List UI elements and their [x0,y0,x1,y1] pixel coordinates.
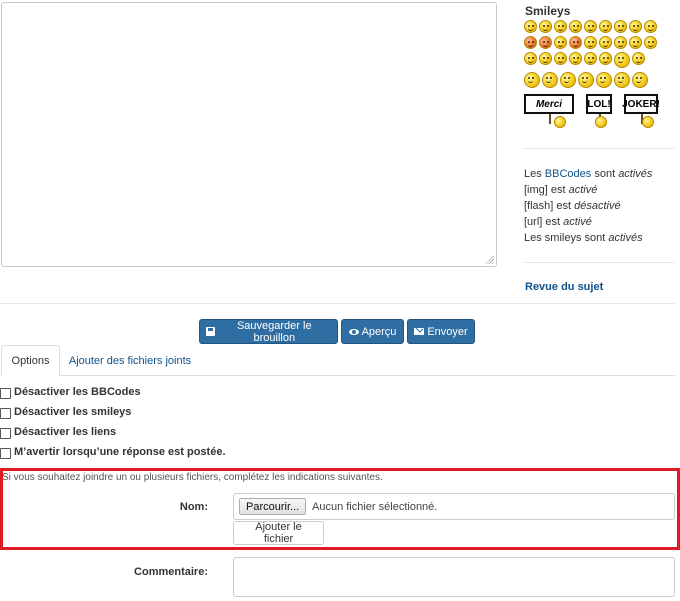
file-input[interactable]: Parcourir... Aucun fichier sélectionné. [233,493,675,520]
sad-icon[interactable] [554,36,567,49]
flash-status-line: [flash] est désactivé [524,200,621,212]
ghost-icon[interactable] [560,72,576,88]
submit-button[interactable]: Envoyer [407,319,475,344]
checkbox[interactable] [0,428,11,439]
tab-options[interactable]: Options [1,345,60,376]
preview-button[interactable]: Aperçu [341,319,404,344]
hug-icon[interactable] [578,72,594,88]
sign-stick [549,114,551,124]
cool-icon[interactable] [614,20,627,33]
url-status-line: [url] est activé [524,216,592,228]
resize-handle[interactable] [486,256,494,264]
option-disable-smileys[interactable]: Désactiver les smileys [0,405,131,419]
tab-attachments[interactable]: Ajouter des fichiers joints [62,345,198,376]
music-icon[interactable] [599,52,612,65]
eye-icon [348,328,359,335]
grin-icon [642,116,654,128]
save-draft-button[interactable]: Sauvegarder le brouillon [199,319,338,344]
comment-label: Commentaire: [134,566,208,578]
topic-review-link[interactable]: Revue du sujet [525,281,603,293]
question-icon[interactable] [614,36,627,49]
chat-icon[interactable] [524,72,540,88]
laugh-icon[interactable] [539,20,552,33]
thinking-icon[interactable] [614,52,630,68]
tongue-icon[interactable] [629,20,642,33]
smiley-row [524,52,674,68]
floppy-disk-icon [206,327,215,336]
smiley-grid: Merci LOL! JOKER! [524,20,674,134]
shy-icon[interactable] [614,72,630,88]
wink-icon[interactable] [569,20,582,33]
smiley-row [524,72,674,88]
idea-icon[interactable] [629,36,642,49]
evil-icon[interactable] [584,36,597,49]
shocked-icon[interactable] [584,20,597,33]
file-name-label: Nom: [179,501,208,513]
red-face-icon[interactable] [539,36,552,49]
lol-sign-smiley[interactable]: LOL! [586,94,612,134]
option-notify-reply[interactable]: M’avertir lorsqu’une réponse est postée. [0,445,226,459]
exclaim-icon[interactable] [599,36,612,49]
smiley-row [524,20,674,33]
bbcodes-link[interactable]: BBCodes [545,168,591,180]
save-draft-label: Sauvegarder le brouillon [236,319,312,344]
joker-sign-smiley[interactable]: JOKER! [622,94,660,134]
smile-icon [554,116,566,128]
merci-sign-text: Merci [524,94,574,114]
smileys-status-line: Les smileys sont activés [524,232,643,244]
add-file-button[interactable]: Ajouter le fichier [233,521,324,545]
smiley-row [524,36,674,49]
sidebar-divider [524,148,675,149]
sleepy-icon[interactable] [584,52,597,65]
bbcodes-status-line: Les BBCodes sont activés [524,168,653,180]
confused-icon[interactable] [599,20,612,33]
lol-sign-text: LOL! [586,94,612,114]
smileys-title: Smileys [525,4,571,18]
envelope-icon [414,328,425,335]
arrow-icon[interactable] [644,36,657,49]
geek-icon[interactable] [554,52,567,65]
preview-label: Aperçu [361,325,397,338]
bomb-icon[interactable] [632,72,648,88]
checkbox[interactable] [0,388,11,399]
no-file-selected-text: Aucun fichier sélectionné. [312,501,438,513]
img-status-line: [img] est activé [524,184,598,196]
option-disable-bbcodes[interactable]: Désactiver les BBCodes [0,385,141,399]
browse-button[interactable]: Parcourir... [239,498,307,515]
message-editor[interactable] [1,2,497,267]
rolleyes-icon[interactable] [524,52,537,65]
option-disable-links[interactable]: Désactiver les liens [0,425,116,439]
main-divider [0,303,675,304]
angry-icon[interactable] [569,36,582,49]
checkbox[interactable] [0,448,11,459]
joker-sign-text: JOKER! [622,94,660,114]
bbcodes-status: Les BBCodes sont activés [img] est activ… [524,166,676,246]
nerd-icon[interactable] [569,52,582,65]
submit-label: Envoyer [427,325,468,338]
smile-icon[interactable] [524,20,537,33]
checkbox[interactable] [0,408,11,419]
laugh-icon [595,116,607,128]
razz-icon[interactable] [539,52,552,65]
merci-sign-smiley[interactable]: Merci [524,94,574,134]
zzz-icon[interactable] [542,72,558,88]
grin-icon[interactable] [554,20,567,33]
sidebar-divider [524,262,675,263]
neutral-icon[interactable] [644,20,657,33]
smiley-signs: Merci LOL! JOKER! [524,94,674,134]
yellow-flag-icon[interactable] [632,52,645,65]
star-icon[interactable] [596,72,612,88]
comment-textarea[interactable] [233,557,675,597]
mad-icon[interactable] [524,36,537,49]
